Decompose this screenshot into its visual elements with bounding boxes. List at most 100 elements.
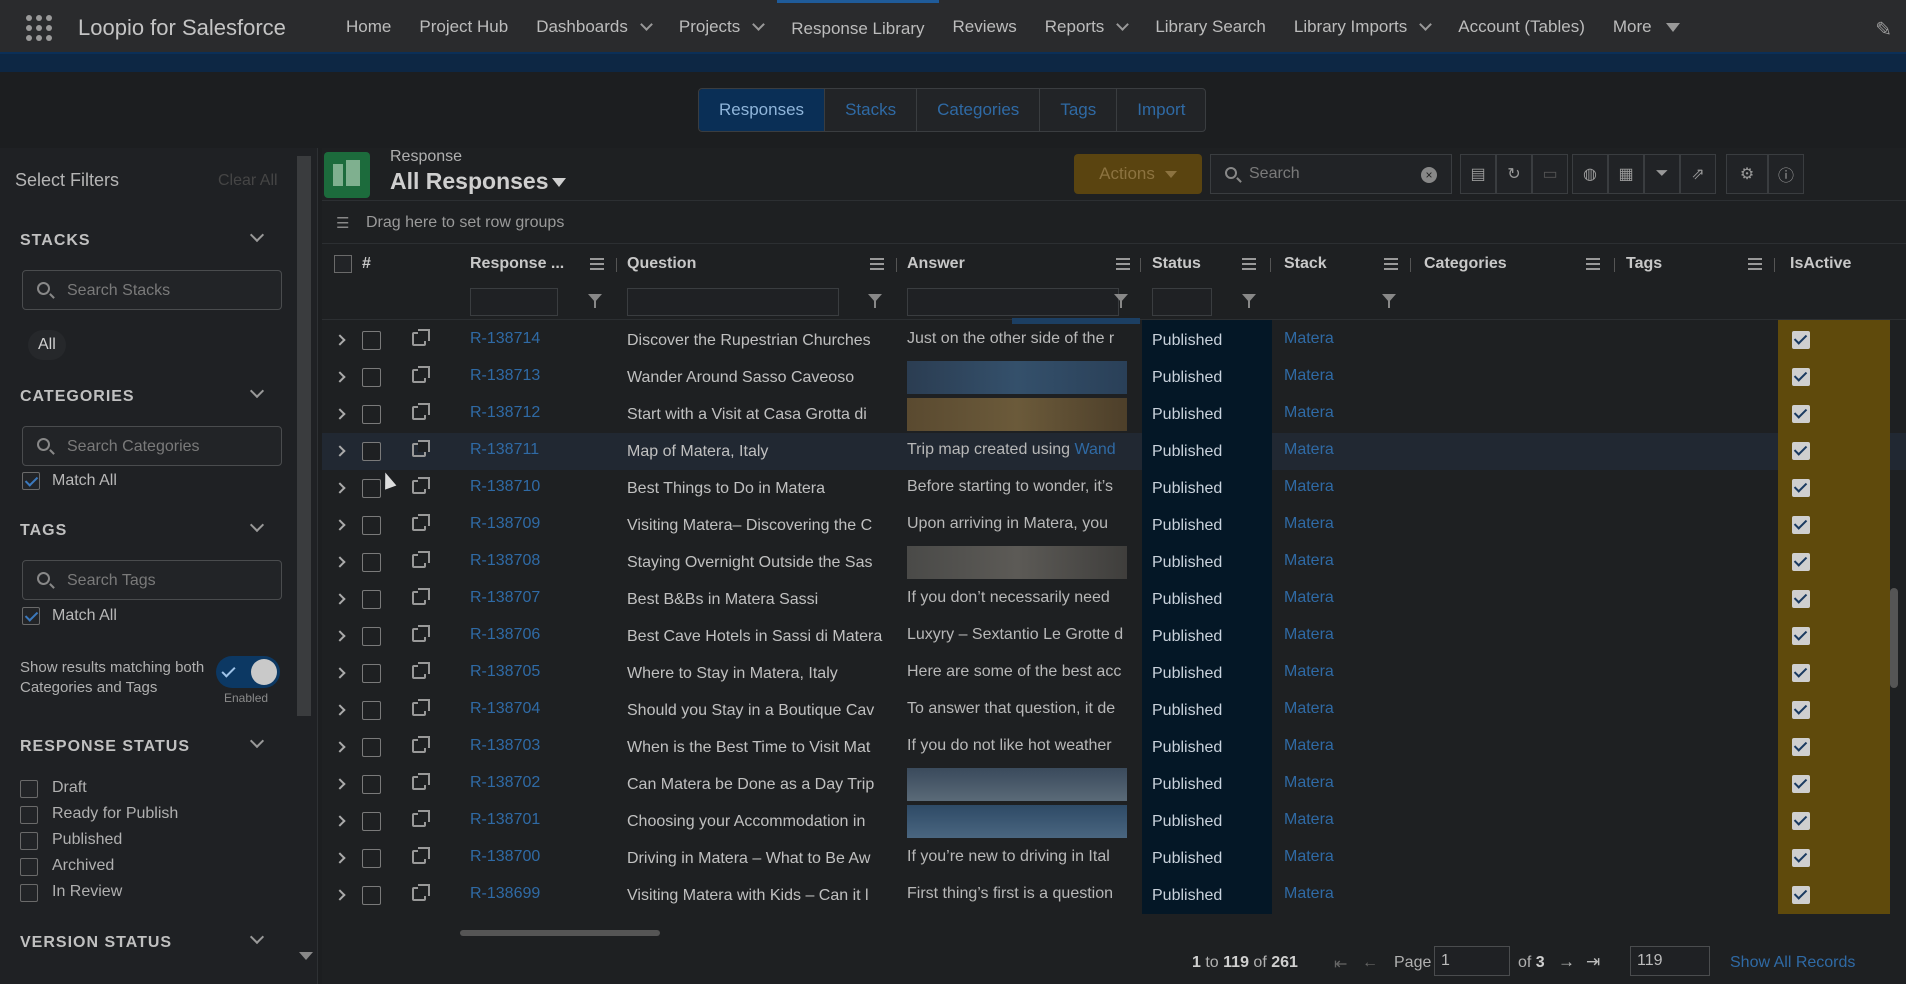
isactive-checkbox[interactable] [1792,812,1810,830]
col-response-header[interactable]: Response ... [470,244,564,284]
nav-item[interactable]: More [1599,0,1694,54]
filter-icon[interactable]: ⏷ [1644,154,1680,194]
response-id-link[interactable]: R-138700 [470,848,540,866]
col-question-header[interactable]: Question [627,244,696,284]
list-view-dropdown-icon[interactable] [552,178,566,187]
col-divider[interactable] [1774,258,1775,272]
answer-filter-input[interactable] [907,288,1119,316]
tags-collapse-chevron-icon[interactable] [249,517,265,533]
app-launcher-icon[interactable] [26,15,56,41]
first-page-icon[interactable]: ⇤ [1334,954,1347,974]
sidebar-scroll-down-icon[interactable] [299,952,313,960]
response-id-link[interactable]: R-138713 [470,367,540,385]
status-filter-checkbox[interactable] [20,806,38,824]
response-id-link[interactable]: R-138701 [470,811,540,829]
open-record-icon[interactable] [412,329,430,346]
table-row[interactable]: R-138701 Choosing your Accommodation in Pu… [322,803,1906,840]
clear-all-link[interactable]: Clear All [218,172,278,190]
open-record-icon[interactable] [412,884,430,901]
col-answer-menu-icon[interactable] [1116,258,1130,270]
response-id-link[interactable]: R-138703 [470,737,540,755]
col-tags-menu-icon[interactable] [1748,258,1762,270]
show-all-records-link[interactable]: Show All Records [1730,954,1855,972]
response-filter-input[interactable] [470,288,558,316]
expand-row-chevron-icon[interactable] [334,741,346,753]
table-icon[interactable]: ▦ [1608,154,1644,194]
open-external-icon[interactable]: ⇗ [1680,154,1716,194]
stack-link[interactable]: Matera [1284,330,1334,348]
answer-link[interactable]: Wand [1074,441,1115,458]
isactive-checkbox[interactable] [1792,405,1810,423]
col-status-header[interactable]: Status [1152,244,1201,284]
expand-row-chevron-icon[interactable] [334,371,346,383]
expand-row-chevron-icon[interactable] [334,593,346,605]
expand-row-chevron-icon[interactable] [334,519,346,531]
open-record-icon[interactable] [412,736,430,753]
question-filter-icon[interactable] [868,294,882,308]
stack-link[interactable]: Matera [1284,441,1334,459]
open-record-icon[interactable] [412,551,430,568]
caret-down-icon[interactable] [1665,22,1680,32]
table-row[interactable]: R-138706 Best Cave Hotels in Sassi di Mat… [322,618,1906,655]
version-status-collapse-chevron-icon[interactable] [249,929,265,945]
table-row[interactable]: R-138700 Driving in Matera – What to Be A… [322,840,1906,877]
row-select-checkbox[interactable] [362,590,381,609]
isactive-checkbox[interactable] [1792,516,1810,534]
expand-row-chevron-icon[interactable] [334,778,346,790]
col-answer-header[interactable]: Answer [907,244,965,284]
table-row[interactable]: R-138703 When is the Best Time to Visit M… [322,729,1906,766]
categories-match-all-checkbox[interactable] [22,472,40,490]
col-status-menu-icon[interactable] [1242,258,1256,270]
status-filter-checkbox[interactable] [20,884,38,902]
nav-item[interactable]: Account (Tables) [1444,0,1599,54]
info-icon[interactable]: ⓘ [1768,154,1804,194]
nav-item[interactable]: Projects [665,0,777,54]
row-select-checkbox[interactable] [362,331,381,350]
stack-link[interactable]: Matera [1284,367,1334,385]
stack-link[interactable]: Matera [1284,885,1334,903]
col-response-menu-icon[interactable] [590,258,604,270]
select-all-checkbox[interactable] [334,255,352,273]
expand-row-chevron-icon[interactable] [334,408,346,420]
open-record-icon[interactable] [412,662,430,679]
row-select-checkbox[interactable] [362,849,381,868]
row-select-checkbox[interactable] [362,479,381,498]
stack-pill-all[interactable]: All [28,330,66,360]
tab-categories[interactable]: Categories [917,89,1041,131]
table-row[interactable]: R-138702 Can Matera be Done as a Day Trip… [322,766,1906,803]
response-id-link[interactable]: R-138709 [470,515,540,533]
nav-item[interactable]: Project Hub [405,0,522,54]
categories-collapse-chevron-icon[interactable] [249,383,265,399]
expand-row-chevron-icon[interactable] [334,482,346,494]
page-size-input[interactable]: 119 [1630,946,1710,976]
col-stack-header[interactable]: Stack [1284,244,1327,284]
col-stack-menu-icon[interactable] [1384,258,1398,270]
tab-tags[interactable]: Tags [1040,89,1118,131]
isactive-checkbox[interactable] [1792,775,1810,793]
isactive-checkbox[interactable] [1792,701,1810,719]
tags-match-all-checkbox[interactable] [22,607,40,625]
vertical-scrollbar[interactable] [1890,588,1898,688]
stack-link[interactable]: Matera [1284,848,1334,866]
expand-row-chevron-icon[interactable] [334,704,346,716]
row-select-checkbox[interactable] [362,664,381,683]
open-record-icon[interactable] [412,625,430,642]
sidebar-scrollbar[interactable] [297,156,311,716]
globe-icon[interactable]: ◍ [1572,154,1608,194]
nav-item[interactable]: Home [332,0,405,54]
expand-row-chevron-icon[interactable] [334,815,346,827]
refresh-icon[interactable]: ↻ [1496,154,1532,194]
col-isactive-header[interactable]: IsActive [1790,244,1851,284]
response-filter-icon[interactable] [588,294,602,308]
col-divider[interactable] [616,258,617,272]
last-page-icon[interactable]: ⇥ [1586,952,1600,972]
row-select-checkbox[interactable] [362,738,381,757]
expand-row-chevron-icon[interactable] [334,445,346,457]
table-row[interactable]: R-138708 Staying Overnight Outside the Sa… [322,544,1906,581]
response-id-link[interactable]: R-138706 [470,626,540,644]
stack-link[interactable]: Matera [1284,552,1334,570]
actions-button[interactable]: Actions [1074,154,1202,194]
row-select-checkbox[interactable] [362,442,381,461]
settings-gear-icon[interactable]: ⚙ [1726,154,1768,194]
table-row[interactable]: R-138711 Map of Matera, Italy Trip map cre… [322,433,1906,470]
